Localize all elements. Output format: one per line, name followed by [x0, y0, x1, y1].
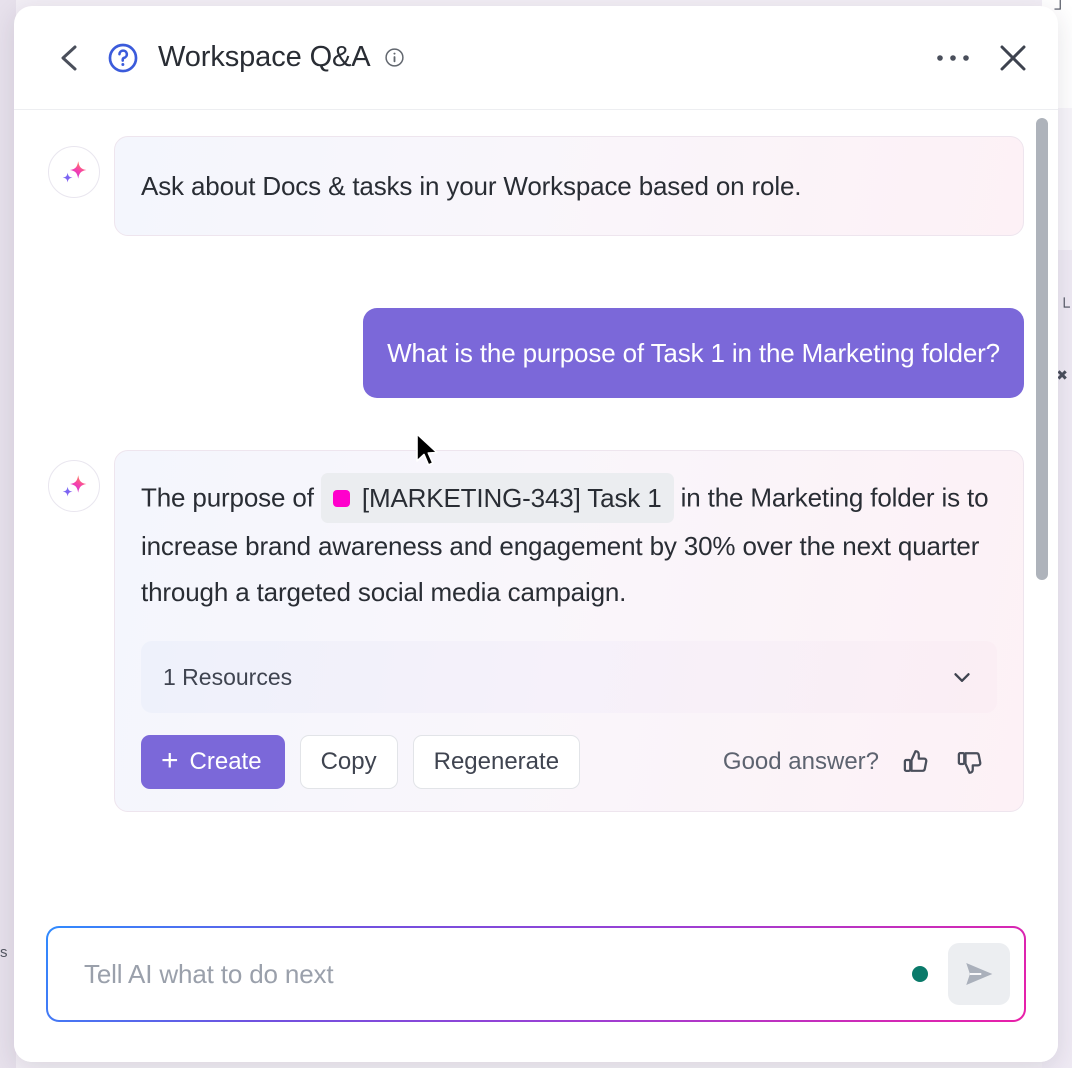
ai-response-bubble: The purpose of [MARKETING-343] Task 1 in… — [114, 450, 1024, 813]
ai-sparkle-icon — [62, 161, 87, 183]
ai-prompt-input[interactable] — [84, 958, 912, 990]
message-ai-response: The purpose of [MARKETING-343] Task 1 in… — [48, 450, 1024, 813]
resources-accordion[interactable]: 1 Resources — [141, 641, 997, 714]
thumbs-up-icon — [903, 750, 928, 773]
create-button-label: Create — [189, 748, 262, 776]
task-status-swatch — [332, 489, 350, 507]
intro-message-bubble: Ask about Docs & tasks in your Workspace… — [114, 136, 1024, 237]
task-reference-chip[interactable]: [MARKETING-343] Task 1 — [320, 473, 674, 524]
close-button[interactable] — [990, 35, 1036, 81]
workspace-qa-modal: Workspace Q&A Ask about Docs & tasks in … — [14, 6, 1058, 1062]
conversation-list: Ask about Docs & tasks in your Workspace… — [14, 110, 1058, 912]
response-action-bar: + Create Copy Regenerate Good answer? — [141, 735, 997, 790]
question-circle-icon — [108, 43, 138, 72]
avatar — [48, 460, 100, 513]
thumbs-down-icon — [957, 752, 982, 775]
info-button[interactable] — [383, 46, 407, 70]
avatar — [48, 146, 100, 198]
info-circle-icon — [385, 48, 404, 67]
page-title: Workspace Q&A — [158, 41, 371, 73]
scrollbar-thumb[interactable] — [1036, 118, 1048, 580]
composer-inner — [48, 928, 1024, 1020]
composer-area — [14, 912, 1058, 1062]
task-chip-label: [MARKETING-343] Task 1 — [361, 483, 662, 514]
user-message-bubble: What is the purpose of Task 1 in the Mar… — [363, 308, 1024, 399]
feedback-group: Good answer? — [723, 745, 997, 779]
plus-icon: + — [161, 743, 179, 777]
thumbs-up-button[interactable] — [899, 745, 933, 779]
backdrop-mark-mid-right: └ — [1058, 299, 1070, 316]
thumbs-down-button[interactable] — [953, 745, 987, 779]
copy-button[interactable]: Copy — [299, 735, 398, 790]
composer-gradient-border — [46, 926, 1026, 1022]
send-icon — [966, 962, 993, 986]
create-button[interactable]: + Create — [141, 735, 285, 790]
modal-header: Workspace Q&A — [14, 6, 1058, 110]
status-dot — [912, 966, 928, 982]
message-intro: Ask about Docs & tasks in your Workspace… — [48, 136, 1024, 237]
chevron-left-icon — [61, 45, 77, 70]
conversation-scrollbar[interactable] — [1034, 110, 1050, 912]
chevron-down-icon — [954, 673, 970, 683]
more-options-button[interactable] — [930, 35, 976, 81]
regenerate-button[interactable]: Regenerate — [412, 735, 581, 790]
feedback-label: Good answer? — [722, 748, 879, 776]
backdrop-mark-x-right: ✖ — [1056, 367, 1068, 383]
backdrop-left-text: s — [0, 944, 8, 961]
list-bottom-fade — [14, 890, 1058, 912]
send-button[interactable] — [948, 943, 1010, 1005]
message-user: What is the purpose of Task 1 in the Mar… — [48, 308, 1024, 399]
close-icon — [1000, 45, 1026, 70]
ellipsis-icon — [937, 54, 969, 61]
ai-response-text: The purpose of [MARKETING-343] Task 1 in… — [141, 473, 997, 615]
ai-sparkle-icon — [62, 475, 87, 497]
resources-label: 1 Resources — [163, 663, 293, 690]
back-button[interactable] — [48, 37, 90, 79]
ai-response-text-before: The purpose of — [141, 482, 314, 513]
help-button[interactable] — [104, 39, 142, 77]
intro-message-text: Ask about Docs & tasks in your Workspace… — [141, 171, 802, 201]
